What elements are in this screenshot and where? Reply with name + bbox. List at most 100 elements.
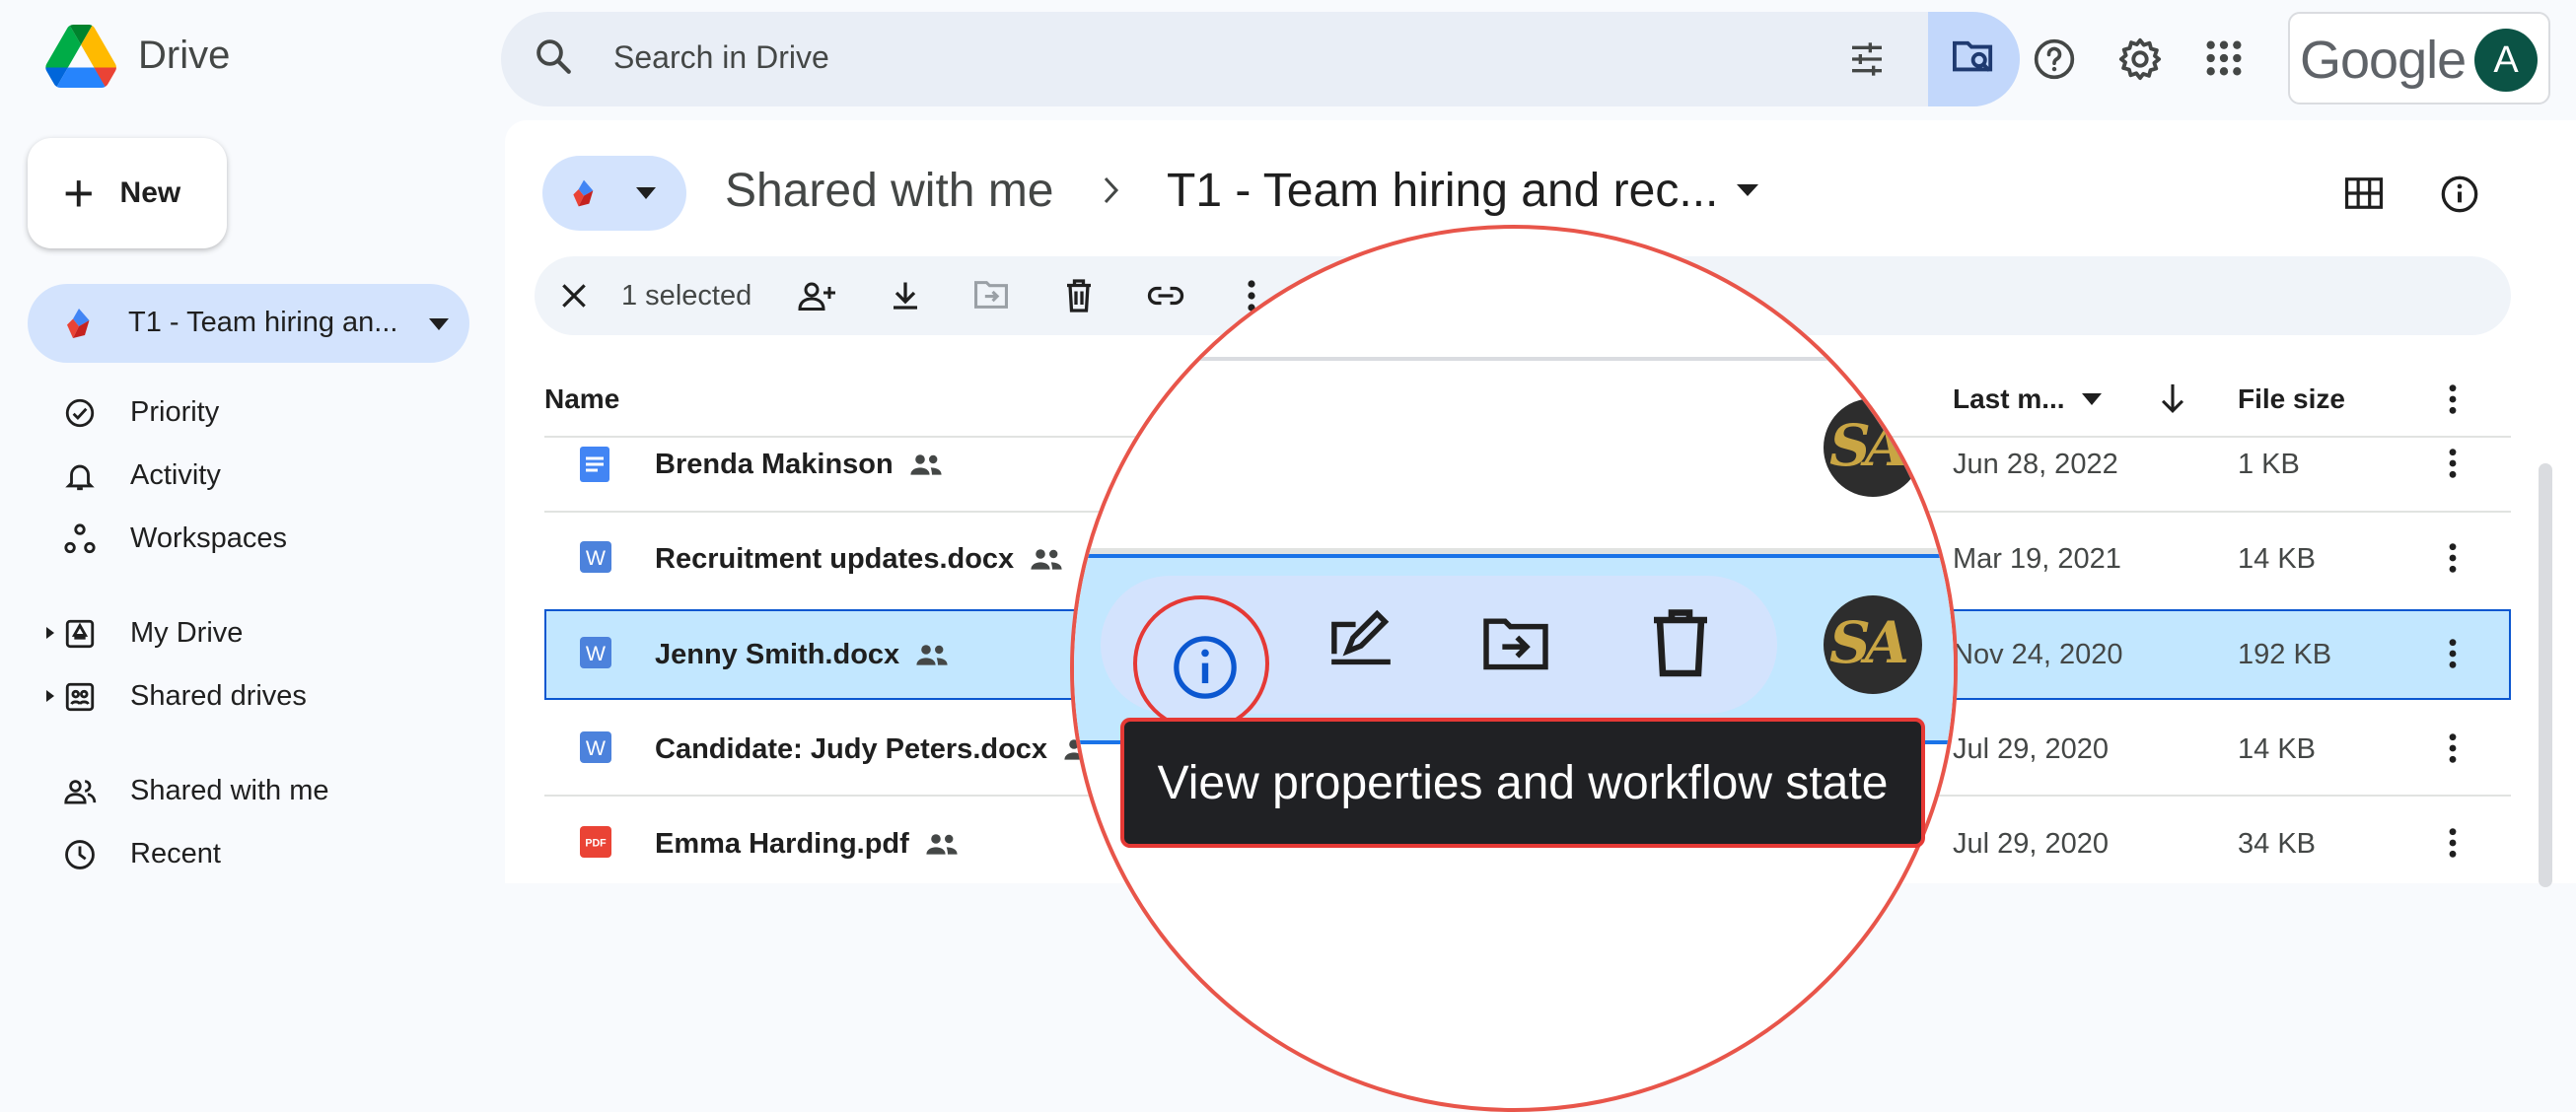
app-title[interactable]: Drive	[138, 34, 230, 78]
scrollbar[interactable]	[2539, 463, 2552, 887]
apps-grid-icon[interactable]	[2204, 38, 2244, 78]
file-name: Candidate: Judy Peters.docx	[655, 733, 1048, 765]
move-to-folder-icon[interactable]	[972, 278, 1010, 312]
owner-avatar: SA	[1824, 595, 1922, 694]
expand-arrow-icon[interactable]	[45, 626, 55, 640]
sidebar-item-label: Priority	[130, 396, 220, 428]
workspace-logo-icon	[61, 306, 97, 341]
clock-icon	[63, 838, 97, 871]
more-vert-icon[interactable]	[2446, 447, 2460, 480]
breadcrumb-current[interactable]: T1 - Team hiring and rec...	[1167, 164, 1718, 218]
word-file-icon: W	[580, 731, 611, 763]
column-header-file-size[interactable]: File size	[2238, 383, 2345, 415]
column-header-last-modified[interactable]: Last m...	[1953, 383, 2065, 415]
shared-people-icon	[1030, 548, 1063, 572]
my-drive-icon	[63, 617, 97, 651]
more-vert-icon[interactable]	[2446, 637, 2460, 670]
shared-people-icon	[909, 453, 943, 477]
file-modified-date: Nov 24, 2020	[1953, 639, 2123, 670]
pdf-file-icon: PDF	[580, 826, 611, 858]
shared-people-icon	[915, 644, 949, 667]
plus-icon: +	[63, 164, 95, 223]
file-modified-date: Jul 29, 2020	[1953, 828, 2110, 860]
more-vert-icon[interactable]	[2446, 826, 2460, 860]
share-add-person-icon[interactable]	[797, 278, 838, 313]
trash-icon[interactable]	[1651, 608, 1710, 679]
sidebar-item-shared-drives[interactable]: Shared drives	[0, 666, 473, 726]
workspace-selector-label: T1 - Team hiring an...	[128, 307, 398, 338]
priority-check-icon	[63, 396, 97, 430]
people-icon	[63, 775, 99, 808]
file-name: Recruitment updates.docx	[655, 543, 1015, 575]
avatar[interactable]: A	[2474, 29, 2538, 92]
search-input[interactable]: Search in Drive	[613, 39, 829, 76]
sidebar-item-recent[interactable]: Recent	[0, 824, 473, 883]
chevron-right-icon	[1102, 175, 1121, 205]
file-size: 1 KB	[2238, 449, 2300, 480]
grid-view-icon[interactable]	[2345, 177, 2383, 209]
sidebar-item-activity[interactable]: Activity	[0, 446, 473, 505]
close-icon[interactable]	[558, 280, 590, 312]
trash-icon[interactable]	[1063, 278, 1095, 313]
sidebar-item-workspaces[interactable]: Workspaces	[0, 509, 473, 568]
sidebar-item-priority[interactable]: Priority	[0, 382, 473, 442]
sidebar-item-label: Activity	[130, 459, 221, 491]
workspaces-icon	[63, 522, 97, 556]
new-button[interactable]: + New	[28, 138, 227, 248]
divider	[1074, 357, 1954, 361]
expand-arrow-icon[interactable]	[45, 689, 55, 703]
chevron-down-icon	[635, 186, 657, 200]
svg-text:W: W	[586, 642, 607, 665]
file-modified-date: Jun 28, 2022	[1953, 449, 2118, 480]
file-size: 14 KB	[2238, 733, 2316, 765]
more-vert-icon[interactable]	[2446, 731, 2460, 765]
download-icon[interactable]	[888, 278, 923, 313]
more-vert-icon[interactable]	[2446, 541, 2460, 575]
chevron-down-icon[interactable]	[1736, 183, 1759, 197]
sidebar-item-shared-with-me[interactable]: Shared with me	[0, 761, 473, 820]
column-header-name[interactable]: Name	[544, 383, 619, 415]
svg-text:W: W	[586, 736, 607, 760]
move-to-folder-icon[interactable]	[1478, 613, 1553, 672]
chevron-down-icon[interactable]	[428, 317, 450, 331]
file-name: Jenny Smith.docx	[655, 639, 900, 670]
sidebar-item-label: Recent	[130, 838, 221, 869]
google-wordmark: Google	[2300, 31, 2467, 90]
tooltip: View properties and workflow state	[1120, 718, 1925, 848]
workspace-logo-icon	[568, 177, 600, 209]
workspace-chip[interactable]	[542, 156, 686, 231]
bell-icon	[63, 459, 97, 493]
file-size: 14 KB	[2238, 543, 2316, 575]
word-file-icon: W	[580, 541, 611, 573]
gear-icon[interactable]	[2117, 36, 2163, 82]
search-icon[interactable]	[533, 35, 574, 77]
shared-drives-icon	[63, 680, 97, 714]
help-icon[interactable]	[2033, 37, 2076, 81]
google-doc-icon	[580, 447, 609, 482]
file-name: Emma Harding.pdf	[655, 828, 909, 860]
file-size: 34 KB	[2238, 828, 2316, 860]
sort-arrow-icon[interactable]	[2158, 382, 2187, 415]
sidebar-item-label: My Drive	[130, 617, 244, 649]
new-button-label: New	[119, 176, 181, 209]
sidebar-item-my-drive[interactable]: My Drive	[0, 603, 473, 662]
file-modified-date: Mar 19, 2021	[1953, 543, 2121, 575]
view-properties-button[interactable]	[1133, 595, 1269, 731]
chevron-down-icon[interactable]	[2081, 392, 2103, 406]
shared-people-icon	[925, 833, 959, 857]
svg-text:PDF: PDF	[585, 838, 607, 850]
link-icon[interactable]	[1146, 278, 1185, 313]
more-vert-icon[interactable]	[2446, 382, 2460, 416]
drive-logo-icon[interactable]	[44, 25, 117, 88]
selection-count: 1 selected	[621, 280, 752, 312]
info-icon[interactable]	[2440, 174, 2479, 214]
owner-avatar: SA	[1824, 398, 1922, 497]
sidebar-item-label: Shared drives	[130, 680, 307, 712]
word-file-icon: W	[580, 637, 611, 668]
search-options-icon[interactable]	[1846, 39, 1888, 79]
magnifier-lens: SA SA	[1070, 225, 1958, 1112]
breadcrumb-parent[interactable]: Shared with me	[725, 164, 1054, 218]
edit-icon[interactable]	[1324, 608, 1398, 667]
file-size: 192 KB	[2238, 639, 2332, 670]
folder-search-icon[interactable]	[1951, 37, 1996, 79]
